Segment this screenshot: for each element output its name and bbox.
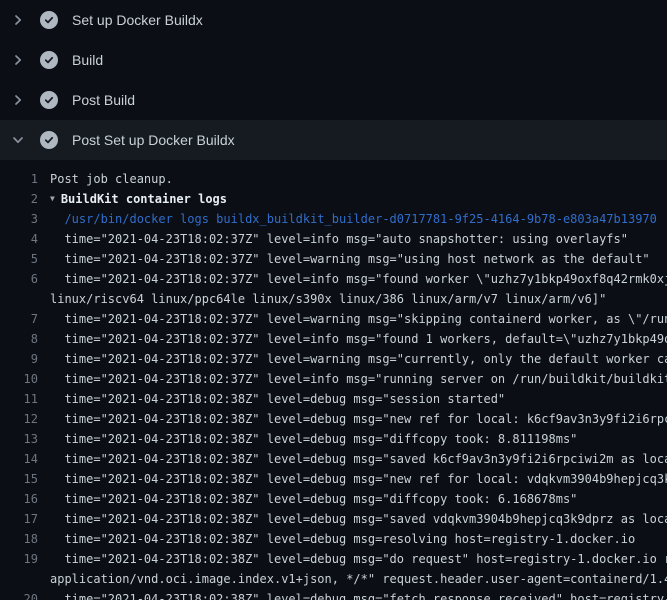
step-label: Post Build xyxy=(72,92,135,108)
log-text: time="2021-04-23T18:02:37Z" level=warnin… xyxy=(50,249,650,269)
log-text: time="2021-04-23T18:02:38Z" level=debug … xyxy=(50,469,667,489)
log-line: 6 time="2021-04-23T18:02:37Z" level=info… xyxy=(0,269,667,289)
log-text: application/vnd.oci.image.index.v1+json,… xyxy=(50,569,667,589)
log-text: time="2021-04-23T18:02:38Z" level=debug … xyxy=(50,489,577,509)
log-text: time="2021-04-23T18:02:37Z" level=warnin… xyxy=(50,349,667,369)
line-number[interactable]: 20 xyxy=(0,589,38,600)
line-number[interactable]: 5 xyxy=(0,249,38,269)
line-number[interactable]: 19 xyxy=(0,549,38,569)
log-line: 14 time="2021-04-23T18:02:38Z" level=deb… xyxy=(0,449,667,469)
log-line: 17 time="2021-04-23T18:02:38Z" level=deb… xyxy=(0,509,667,529)
line-number[interactable]: 10 xyxy=(0,369,38,389)
log-text: linux/riscv64 linux/ppc64le linux/s390x … xyxy=(50,289,606,309)
log-line: 12 time="2021-04-23T18:02:38Z" level=deb… xyxy=(0,409,667,429)
log-text: time="2021-04-23T18:02:37Z" level=info m… xyxy=(50,329,667,349)
check-circle-icon xyxy=(40,51,58,69)
step-label: Set up Docker Buildx xyxy=(72,12,203,28)
log-area: 1 Post job cleanup. 2 ▼ BuildKit container l… xyxy=(0,160,667,600)
log-line: 18 time="2021-04-23T18:02:38Z" level=deb… xyxy=(0,529,667,549)
line-number xyxy=(0,289,38,309)
chevron-right-icon xyxy=(10,12,26,28)
log-line-continuation: application/vnd.oci.image.index.v1+json,… xyxy=(0,569,667,589)
log-text: time="2021-04-23T18:02:38Z" level=debug … xyxy=(50,529,635,549)
steps-list: Set up Docker Buildx Build Post Build Post … xyxy=(0,0,667,160)
log-text: time="2021-04-23T18:02:38Z" level=debug … xyxy=(50,409,667,429)
line-number[interactable]: 7 xyxy=(0,309,38,329)
log-line: 16 time="2021-04-23T18:02:38Z" level=deb… xyxy=(0,489,667,509)
line-number[interactable]: 3 xyxy=(0,209,38,229)
step-label: Build xyxy=(72,52,103,68)
step-row[interactable]: Set up Docker Buildx xyxy=(0,0,667,40)
log-line: 10 time="2021-04-23T18:02:37Z" level=inf… xyxy=(0,369,667,389)
line-number[interactable]: 16 xyxy=(0,489,38,509)
log-text: time="2021-04-23T18:02:38Z" level=debug … xyxy=(50,549,667,569)
group-title[interactable]: BuildKit container logs xyxy=(61,189,227,209)
step-row[interactable]: Post Set up Docker Buildx xyxy=(0,120,667,160)
log-line: 15 time="2021-04-23T18:02:38Z" level=deb… xyxy=(0,469,667,489)
check-circle-icon xyxy=(40,11,58,29)
chevron-right-icon xyxy=(10,92,26,108)
line-number[interactable]: 15 xyxy=(0,469,38,489)
log-line: 13 time="2021-04-23T18:02:38Z" level=deb… xyxy=(0,429,667,449)
line-number[interactable]: 17 xyxy=(0,509,38,529)
log-line: 4 time="2021-04-23T18:02:37Z" level=info… xyxy=(0,229,667,249)
line-number xyxy=(0,569,38,589)
line-number[interactable]: 2 xyxy=(0,189,38,209)
log-text: time="2021-04-23T18:02:37Z" level=info m… xyxy=(50,369,667,389)
line-number[interactable]: 13 xyxy=(0,429,38,449)
log-text: time="2021-04-23T18:02:38Z" level=debug … xyxy=(50,589,667,600)
log-text: time="2021-04-23T18:02:38Z" level=debug … xyxy=(50,509,667,529)
line-number[interactable]: 1 xyxy=(0,169,38,189)
line-number[interactable]: 11 xyxy=(0,389,38,409)
log-text: time="2021-04-23T18:02:38Z" level=debug … xyxy=(50,429,577,449)
log-line: 9 time="2021-04-23T18:02:37Z" level=warn… xyxy=(0,349,667,369)
group-expand-triangle-icon[interactable]: ▼ xyxy=(50,189,55,209)
log-text: time="2021-04-23T18:02:38Z" level=debug … xyxy=(50,389,505,409)
log-line-command: 3 /usr/bin/docker logs buildx_buildkit_b… xyxy=(0,209,667,229)
check-circle-icon xyxy=(40,131,58,149)
log-line: 11 time="2021-04-23T18:02:38Z" level=deb… xyxy=(0,389,667,409)
log-text: time="2021-04-23T18:02:37Z" level=info m… xyxy=(50,229,628,249)
log-text: time="2021-04-23T18:02:37Z" level=info m… xyxy=(50,269,667,289)
log-line-group: 2 ▼ BuildKit container logs xyxy=(0,189,667,209)
log-line: 19 time="2021-04-23T18:02:38Z" level=deb… xyxy=(0,549,667,569)
chevron-right-icon xyxy=(10,52,26,68)
log-line: 20 time="2021-04-23T18:02:38Z" level=deb… xyxy=(0,589,667,600)
log-line-continuation: linux/riscv64 linux/ppc64le linux/s390x … xyxy=(0,289,667,309)
chevron-down-icon xyxy=(10,132,26,148)
line-number[interactable]: 14 xyxy=(0,449,38,469)
log-text: time="2021-04-23T18:02:37Z" level=warnin… xyxy=(50,309,667,329)
log-line: 5 time="2021-04-23T18:02:37Z" level=warn… xyxy=(0,249,667,269)
line-number[interactable]: 18 xyxy=(0,529,38,549)
step-row[interactable]: Post Build xyxy=(0,80,667,120)
step-row[interactable]: Build xyxy=(0,40,667,80)
line-number[interactable]: 9 xyxy=(0,349,38,369)
log-text: /usr/bin/docker logs buildx_buildkit_bui… xyxy=(50,209,657,229)
line-number[interactable]: 4 xyxy=(0,229,38,249)
log-text: time="2021-04-23T18:02:38Z" level=debug … xyxy=(50,449,667,469)
line-number[interactable]: 6 xyxy=(0,269,38,289)
log-line: 7 time="2021-04-23T18:02:37Z" level=warn… xyxy=(0,309,667,329)
log-line: 8 time="2021-04-23T18:02:37Z" level=info… xyxy=(0,329,667,349)
step-label: Post Set up Docker Buildx xyxy=(72,132,235,148)
log-text: Post job cleanup. xyxy=(50,169,173,189)
log-line: 1 Post job cleanup. xyxy=(0,169,667,189)
line-number[interactable]: 12 xyxy=(0,409,38,429)
line-number[interactable]: 8 xyxy=(0,329,38,349)
check-circle-icon xyxy=(40,91,58,109)
